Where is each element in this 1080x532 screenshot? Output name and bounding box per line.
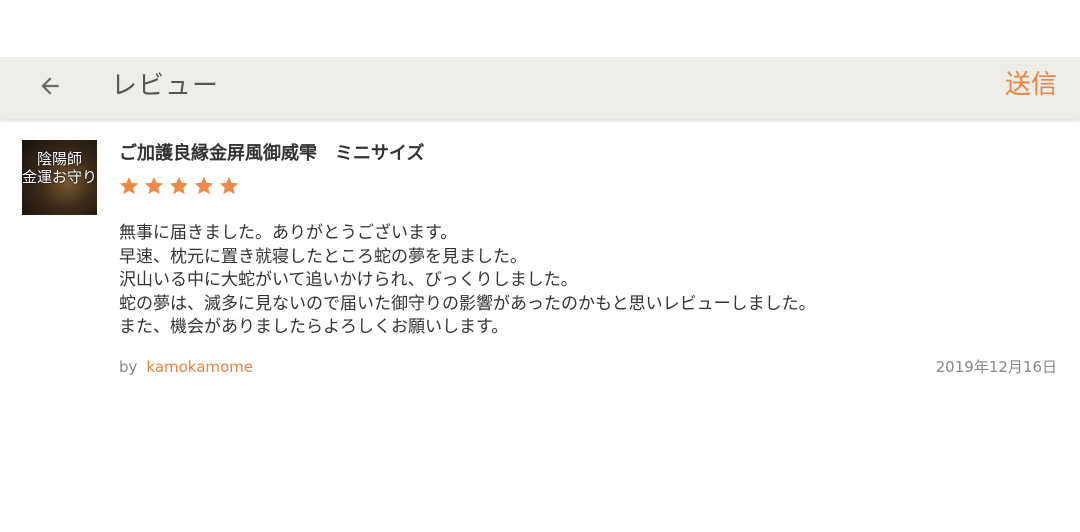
star-icon xyxy=(194,176,214,195)
product-title[interactable]: ご加護良縁金屏風御威雫 ミニサイズ xyxy=(119,141,424,167)
star-rating xyxy=(118,175,240,197)
review-text: 無事に届きました。ありがとうございます。早速、枕元に置き就寝したところ蛇の夢を見… xyxy=(119,222,816,340)
star-icon xyxy=(219,176,239,195)
thumbnail-text-line1: 陰陽師 xyxy=(36,150,82,168)
thumbnail-text-line2: 金運お守り xyxy=(22,168,97,186)
by-label: by xyxy=(119,358,138,376)
back-button[interactable] xyxy=(30,66,70,106)
page-title: レビュー xyxy=(111,71,220,101)
review-date: 2019年12月16日 xyxy=(935,358,1057,376)
product-thumbnail[interactable]: 陰陽師 金運お守り xyxy=(22,140,97,215)
send-button[interactable]: 送信 xyxy=(1005,67,1057,103)
toolbar: レビュー 送信 xyxy=(0,57,1080,119)
star-icon xyxy=(144,176,164,195)
review-text-line: 無事に届きました。ありがとうございます。 xyxy=(119,223,458,243)
review-text-line: 沢山いる中に大蛇がいて追いかけられ、びっくりしました。 xyxy=(119,270,578,291)
review-text-line: 蛇の夢は、滅多に見ないので届いた御守りの影響があったのかもと思いレビューしました… xyxy=(119,293,816,314)
author-link[interactable]: kamokamome xyxy=(146,358,253,376)
arrow-left-icon xyxy=(41,77,59,95)
review-text-line: 早速、枕元に置き就寝したところ蛇の夢を見ました。 xyxy=(119,246,527,267)
star-icon xyxy=(119,176,139,195)
review-author-row: by kamokamome xyxy=(119,356,253,378)
review-page: レビュー 送信 陰陽師 金運お守り ご加護良縁金屏風御威雫 ミニサイズ 無事に届… xyxy=(0,0,1080,532)
review-text-line: また、機会がありましたらよろしくお願いします。 xyxy=(119,317,509,338)
star-icon xyxy=(169,176,189,195)
